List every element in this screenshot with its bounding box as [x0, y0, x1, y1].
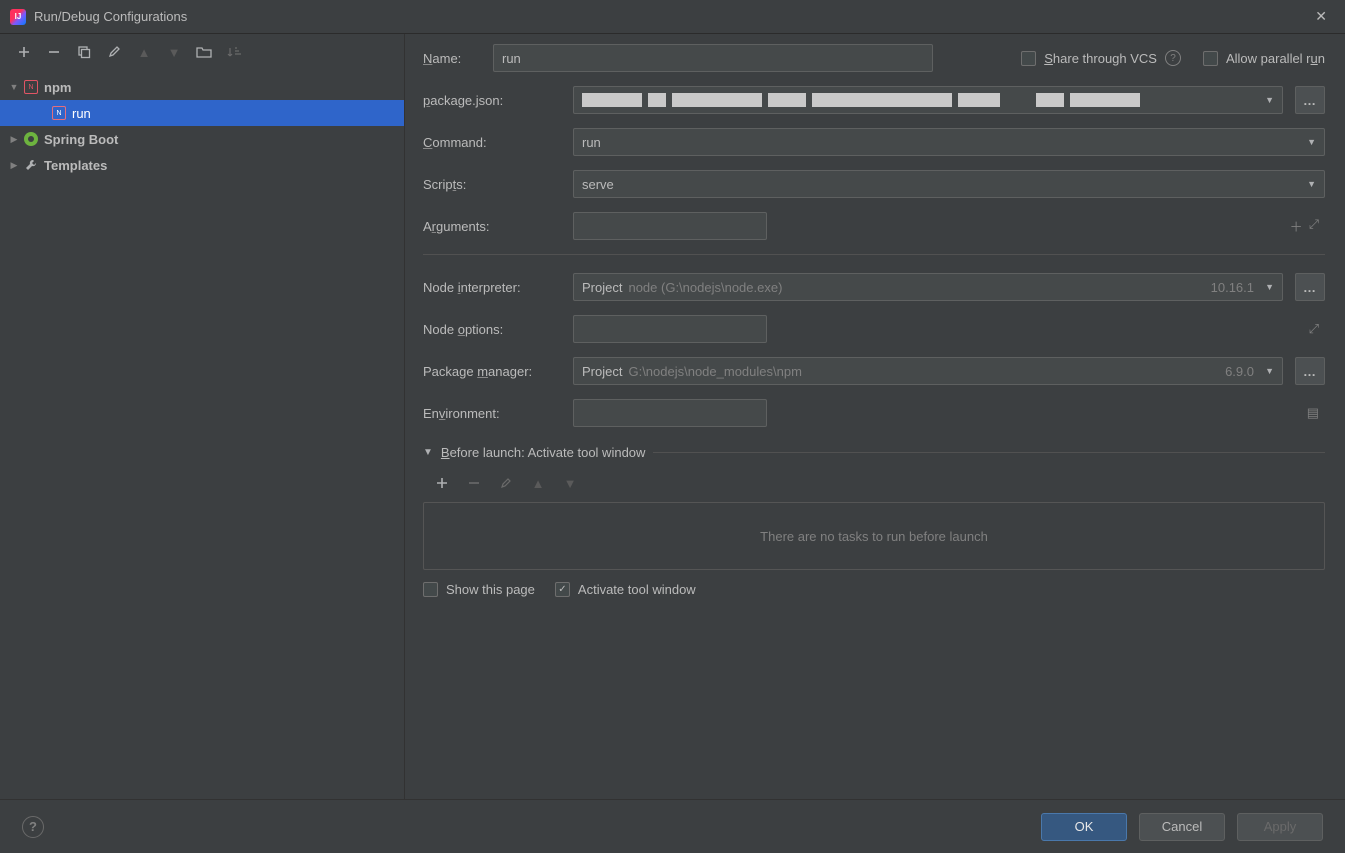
- edit-task-button[interactable]: [495, 472, 517, 494]
- chevron-down-icon: ▼: [6, 82, 22, 92]
- redacted-path: [574, 87, 1252, 113]
- config-tree[interactable]: ▼ N npm N run ▶ Spring Boot ▶ Templates: [0, 70, 404, 799]
- move-task-up-button[interactable]: ▲: [527, 472, 549, 494]
- node-options-input[interactable]: [573, 315, 767, 343]
- chevron-down-icon: ▼: [1265, 282, 1274, 292]
- separator: [423, 254, 1325, 255]
- tree-node-run[interactable]: N run: [0, 100, 404, 126]
- checkbox-checked-icon: [555, 582, 570, 597]
- config-form: Name: Share through VCS ? Allow parallel…: [405, 34, 1345, 799]
- package-manager-prefix: Project: [582, 364, 622, 379]
- node-interpreter-label: Node interpreter:: [423, 280, 561, 295]
- command-value: run: [582, 135, 601, 150]
- package-manager-path: G:\nodejs\node_modules\npm: [628, 364, 801, 379]
- activate-tool-window-checkbox[interactable]: Activate tool window: [555, 582, 696, 597]
- name-input[interactable]: [493, 44, 933, 72]
- npm-icon: N: [50, 106, 68, 120]
- tree-node-spring-boot[interactable]: ▶ Spring Boot: [0, 126, 404, 152]
- dialog-footer: ? OK Cancel Apply: [0, 799, 1345, 853]
- chevron-right-icon: ▶: [6, 134, 22, 145]
- before-launch-label: Before launch: Activate tool window: [441, 445, 646, 460]
- package-manager-select[interactable]: Project G:\nodejs\node_modules\npm 6.9.0…: [573, 357, 1283, 385]
- help-button[interactable]: ?: [22, 816, 44, 838]
- window-title: Run/Debug Configurations: [34, 9, 1307, 24]
- node-interpreter-version: 10.16.1: [1211, 280, 1254, 295]
- node-interpreter-select[interactable]: Project node (G:\nodejs\node.exe) 10.16.…: [573, 273, 1283, 301]
- tree-node-label: npm: [44, 80, 71, 95]
- name-label: Name:: [423, 51, 475, 66]
- chevron-down-icon: ▼: [1307, 179, 1316, 189]
- show-this-page-label: Show this page: [446, 582, 535, 597]
- package-manager-label: Package manager:: [423, 364, 561, 379]
- node-options-label: Node options:: [423, 322, 561, 337]
- ok-button[interactable]: OK: [1041, 813, 1127, 841]
- share-vcs-label: Share through VCS: [1044, 51, 1157, 66]
- npm-icon: N: [22, 80, 40, 94]
- activate-tool-window-label: Activate tool window: [578, 582, 696, 597]
- move-task-down-button[interactable]: ▼: [559, 472, 581, 494]
- arguments-label: Arguments:: [423, 219, 561, 234]
- tree-node-label: run: [72, 106, 91, 121]
- remove-config-button[interactable]: [40, 38, 68, 66]
- show-this-page-checkbox[interactable]: Show this page: [423, 582, 535, 597]
- apply-button[interactable]: Apply: [1237, 813, 1323, 841]
- tree-node-npm[interactable]: ▼ N npm: [0, 74, 404, 100]
- tree-node-templates[interactable]: ▶ Templates: [0, 152, 404, 178]
- checkbox-icon: [1203, 51, 1218, 66]
- chevron-down-icon: ▼: [1265, 95, 1274, 105]
- before-launch-section: ▼ Before launch: Activate tool window: [423, 445, 1325, 460]
- titlebar: IJ Run/Debug Configurations ✕: [0, 0, 1345, 34]
- environment-label: Environment:: [423, 406, 561, 421]
- app-icon: IJ: [10, 9, 26, 25]
- tree-toolbar: ▲ ▼: [0, 34, 404, 70]
- wrench-icon: [22, 158, 40, 172]
- scripts-select[interactable]: serve ▼: [573, 170, 1325, 198]
- parallel-run-checkbox[interactable]: Allow parallel run: [1203, 51, 1325, 66]
- node-interpreter-path: node (G:\nodejs\node.exe): [628, 280, 782, 295]
- share-vcs-checkbox[interactable]: Share through VCS ?: [1021, 50, 1181, 66]
- empty-tasks-placeholder: There are no tasks to run before launch: [423, 502, 1325, 570]
- package-json-input[interactable]: ▼: [573, 86, 1283, 114]
- checkbox-icon: [423, 582, 438, 597]
- tree-node-label: Templates: [44, 158, 107, 173]
- add-task-button[interactable]: [431, 472, 453, 494]
- chevron-right-icon: ▶: [6, 160, 22, 171]
- scripts-label: Scripts:: [423, 177, 561, 192]
- expand-icon[interactable]: ⤢: [1309, 321, 1319, 337]
- list-icon[interactable]: ▤: [1307, 405, 1319, 421]
- spring-icon: [22, 132, 40, 146]
- before-launch-toolbar: ▲ ▼: [423, 468, 1325, 498]
- expand-icon[interactable]: ⤢: [1309, 217, 1319, 236]
- package-json-label: package.json:: [423, 93, 561, 108]
- browse-button[interactable]: …: [1295, 273, 1325, 301]
- edit-defaults-button[interactable]: [100, 38, 128, 66]
- chevron-down-icon[interactable]: ▼: [423, 447, 433, 458]
- cancel-button[interactable]: Cancel: [1139, 813, 1225, 841]
- add-icon[interactable]: ＋: [1290, 217, 1303, 236]
- browse-button[interactable]: …: [1295, 86, 1325, 114]
- browse-button[interactable]: …: [1295, 357, 1325, 385]
- arguments-input[interactable]: [573, 212, 767, 240]
- sort-button[interactable]: [220, 38, 248, 66]
- tree-node-label: Spring Boot: [44, 132, 118, 147]
- package-manager-version: 6.9.0: [1225, 364, 1254, 379]
- copy-config-button[interactable]: [70, 38, 98, 66]
- close-icon[interactable]: ✕: [1307, 4, 1335, 29]
- move-up-button[interactable]: ▲: [130, 38, 158, 66]
- config-tree-panel: ▲ ▼ ▼ N npm N run ▶ Spring Boot: [0, 34, 405, 799]
- environment-input[interactable]: [573, 399, 767, 427]
- help-icon[interactable]: ?: [1165, 50, 1181, 66]
- add-config-button[interactable]: [10, 38, 38, 66]
- command-select[interactable]: run ▼: [573, 128, 1325, 156]
- scripts-value: serve: [582, 177, 614, 192]
- checkbox-icon: [1021, 51, 1036, 66]
- chevron-down-icon: ▼: [1265, 366, 1274, 376]
- command-label: Command:: [423, 135, 561, 150]
- remove-task-button[interactable]: [463, 472, 485, 494]
- node-interpreter-prefix: Project: [582, 280, 622, 295]
- parallel-run-label: Allow parallel run: [1226, 51, 1325, 66]
- chevron-down-icon: ▼: [1307, 137, 1316, 147]
- move-down-button[interactable]: ▼: [160, 38, 188, 66]
- folder-button[interactable]: [190, 38, 218, 66]
